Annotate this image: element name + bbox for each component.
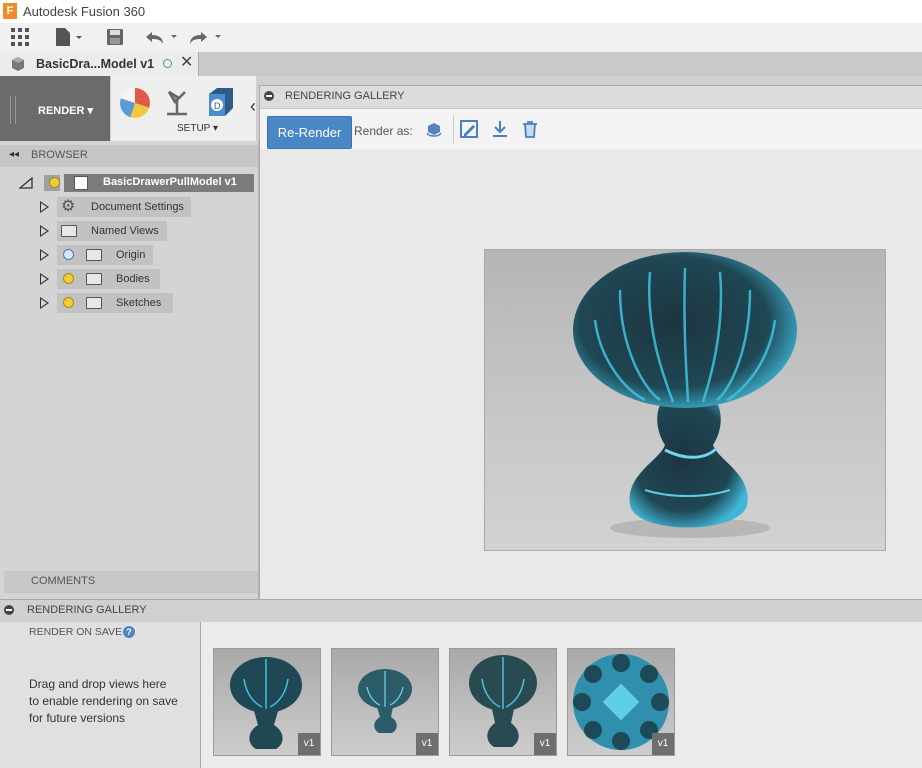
component-icon <box>74 176 88 190</box>
render-thumbnail[interactable]: v1 <box>213 648 321 756</box>
browser-title: BROWSER <box>31 149 88 161</box>
toolbar-divider <box>453 115 454 143</box>
render-on-save-label: RENDER ON SAVE <box>29 626 123 638</box>
expanded-triangle-icon[interactable] <box>19 177 33 189</box>
undo-icon <box>146 32 177 44</box>
expand-triangle-icon[interactable] <box>40 249 49 261</box>
document-tab-bar: BasicDra...Model v1 ✕ <box>0 52 922 76</box>
gallery-title: RENDERING GALLERY <box>27 604 147 616</box>
browser-item-label: Sketches <box>116 297 162 309</box>
fusion-logo-icon: F <box>3 3 17 19</box>
expand-triangle-icon[interactable] <box>40 201 49 213</box>
version-badge: v1 <box>416 733 438 755</box>
comments-bar[interactable]: COMMENTS <box>4 571 258 593</box>
svg-text:D: D <box>214 101 221 111</box>
render-thumbnail[interactable]: v1 <box>331 648 439 756</box>
expand-triangle-icon[interactable] <box>40 297 49 309</box>
model-cube-icon <box>12 57 24 71</box>
scene-lamp-icon[interactable] <box>161 86 193 118</box>
help-icon[interactable]: ? <box>123 626 135 638</box>
visibility-lightbulb-icon[interactable] <box>64 274 73 283</box>
collapse-browser-icon[interactable]: ◂◂ <box>9 149 19 160</box>
rendering-gallery-header: RENDERING GALLERY <box>260 86 922 109</box>
redo-icon <box>190 32 221 44</box>
gallery-toolbar: Re-Render Render as: <box>260 109 922 149</box>
browser-item-label: Bodies <box>116 273 150 285</box>
version-badge: v1 <box>298 733 320 755</box>
undo-button[interactable] <box>144 27 178 47</box>
ribbon-overflow-icon[interactable]: ‹ <box>250 96 256 117</box>
collapse-gallery-icon[interactable] <box>4 605 14 615</box>
folder-icon <box>61 225 77 237</box>
browser-item-document-settings[interactable]: ⚙ Document Settings <box>0 197 258 217</box>
browser-item-label: Named Views <box>91 225 159 237</box>
window-title: Autodesk Fusion 360 <box>23 4 146 19</box>
browser-panel: ◂◂ BROWSER BasicDrawerPullModel v1 ⚙ Doc… <box>0 141 259 599</box>
save-icon[interactable] <box>105 27 125 47</box>
render-as-label: Render as: <box>354 124 413 138</box>
visibility-lightbulb-icon[interactable] <box>50 178 59 187</box>
panel-title: RENDERING GALLERY <box>285 90 405 102</box>
browser-root-node[interactable]: BasicDrawerPullModel v1 <box>0 173 258 193</box>
version-badge: v1 <box>652 733 674 755</box>
visibility-lightbulb-icon[interactable] <box>64 298 73 307</box>
quick-access-toolbar <box>0 23 922 53</box>
visibility-lightbulb-off-icon[interactable] <box>64 250 73 259</box>
edit-image-icon[interactable] <box>460 120 478 138</box>
browser-item-label: Origin <box>116 249 146 261</box>
glass-knob-render <box>573 252 797 538</box>
texture-map-icon[interactable]: D <box>205 86 237 118</box>
rendering-gallery-panel: RENDERING GALLERY Re-Render Render as: <box>259 85 922 600</box>
drag-handle-icon[interactable] <box>10 96 16 124</box>
drop-hint-text: Drag and drop views here to enable rende… <box>29 677 178 725</box>
expand-triangle-icon[interactable] <box>40 273 49 285</box>
apps-grid-icon[interactable] <box>10 27 30 47</box>
browser-item-label: Document Settings <box>91 201 184 213</box>
browser-item-named-views[interactable]: Named Views <box>0 221 258 241</box>
download-icon[interactable] <box>491 120 509 138</box>
render-thumbnail[interactable]: v1 <box>449 648 557 756</box>
document-tab-label: BasicDra...Model v1 <box>36 57 155 71</box>
close-tab-icon[interactable]: ✕ <box>180 54 193 72</box>
workspace-switcher[interactable]: RENDER ▾ <box>0 76 110 141</box>
delete-trash-icon[interactable] <box>522 120 538 138</box>
browser-item-origin[interactable]: Origin <box>0 245 258 265</box>
expand-triangle-icon[interactable] <box>40 225 49 237</box>
render-preview-image <box>484 249 886 551</box>
file-menu-button[interactable] <box>54 27 84 47</box>
root-label: BasicDrawerPullModel v1 <box>103 176 237 188</box>
render-cloud-icon[interactable] <box>425 121 443 139</box>
version-badge: v1 <box>534 733 556 755</box>
browser-header: ◂◂ BROWSER <box>0 145 258 167</box>
redo-button[interactable] <box>188 27 222 47</box>
comments-label: COMMENTS <box>31 575 96 587</box>
file-icon <box>56 28 82 46</box>
folder-icon <box>86 249 102 261</box>
document-tab[interactable]: BasicDra...Model v1 ✕ <box>0 52 199 76</box>
gear-icon: ⚙ <box>61 198 76 215</box>
render-on-save-area: RENDER ON SAVE ? Drag and drop views her… <box>0 622 201 768</box>
collapse-panel-icon[interactable] <box>264 91 274 101</box>
setup-label[interactable]: SETUP ▾ <box>177 123 218 134</box>
browser-item-bodies[interactable]: Bodies <box>0 269 258 289</box>
title-bar: F Autodesk Fusion 360 <box>0 0 922 24</box>
browser-item-sketches[interactable]: Sketches <box>0 293 258 313</box>
workspace-label: RENDER ▾ <box>38 105 94 117</box>
sync-status-icon <box>163 59 172 68</box>
folder-icon <box>86 297 102 309</box>
bottom-gallery-header: RENDERING GALLERY <box>0 599 922 623</box>
appearance-sphere-icon[interactable] <box>120 88 150 118</box>
folder-icon <box>86 273 102 285</box>
rerender-button[interactable]: Re-Render <box>267 116 352 149</box>
render-thumbnail[interactable]: v1 <box>567 648 675 756</box>
